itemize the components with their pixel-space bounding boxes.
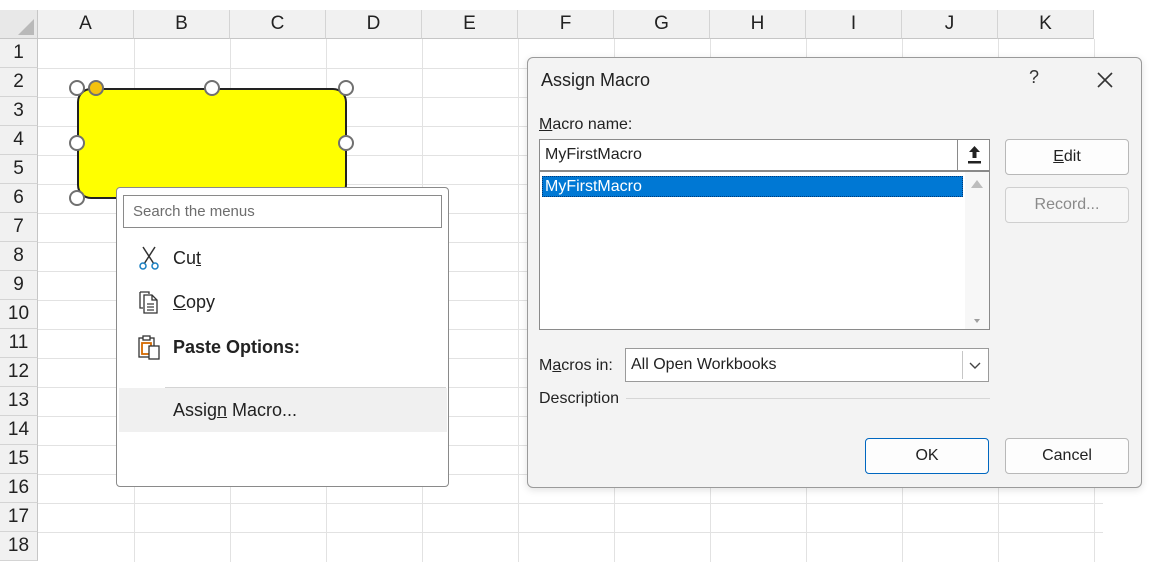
column-header-j[interactable]: J	[902, 10, 998, 39]
menu-item-label: Assign Macro...	[173, 399, 298, 420]
resize-handle-left[interactable]	[69, 135, 85, 151]
macros-in-label: Macros in:	[539, 357, 613, 374]
row-header-17[interactable]: 17	[0, 503, 38, 532]
column-header-h[interactable]: H	[710, 10, 806, 39]
record-button[interactable]: Record...	[1005, 187, 1129, 223]
list-scrollbar[interactable]	[965, 172, 989, 329]
help-button[interactable]: ?	[1024, 67, 1044, 91]
column-header-g[interactable]: G	[614, 10, 710, 39]
assign-macro-dialog: Assign Macro ? Macro name: MyFirstMacro …	[527, 57, 1142, 488]
menu-item-assign-macro[interactable]: Assign Macro...	[119, 388, 447, 432]
row-header-15[interactable]: 15	[0, 445, 38, 474]
close-icon[interactable]	[1090, 66, 1120, 94]
row-header-2[interactable]: 2	[0, 68, 38, 97]
menu-item-label: Copy	[173, 291, 216, 312]
column-header-i[interactable]: I	[806, 10, 902, 39]
rounded-rectangle-shape[interactable]	[77, 88, 347, 199]
resize-handle-top-right[interactable]	[338, 80, 354, 96]
column-header-c[interactable]: C	[230, 10, 326, 39]
collapse-dialog-button[interactable]	[957, 139, 990, 171]
row-header-6[interactable]: 6	[0, 184, 38, 213]
row-header-13[interactable]: 13	[0, 387, 38, 416]
grid-line	[38, 532, 1103, 533]
row-header-9[interactable]: 9	[0, 271, 38, 300]
row-header-1[interactable]: 1	[0, 39, 38, 68]
scroll-up-icon[interactable]	[971, 180, 983, 188]
resize-handle-right[interactable]	[338, 135, 354, 151]
column-header-e[interactable]: E	[422, 10, 518, 39]
cancel-button[interactable]: Cancel	[1005, 438, 1129, 474]
macro-name-field[interactable]	[539, 139, 957, 171]
dialog-title: Assign Macro	[541, 70, 651, 90]
column-header-f[interactable]: F	[518, 10, 614, 39]
row-header-4[interactable]: 4	[0, 126, 38, 155]
select-all-corner[interactable]	[0, 10, 38, 39]
row-header-5[interactable]: 5	[0, 155, 38, 184]
row-header-12[interactable]: 12	[0, 358, 38, 387]
list-item[interactable]: MyFirstMacro	[542, 176, 963, 197]
upload-arrow-icon	[968, 146, 981, 164]
ok-button[interactable]: OK	[865, 438, 989, 474]
column-header-a[interactable]: A	[38, 10, 134, 39]
grid-line	[38, 503, 1103, 504]
row-header-11[interactable]: 11	[0, 329, 38, 358]
row-header-16[interactable]: 16	[0, 474, 38, 503]
row-header-18[interactable]: 18	[0, 532, 38, 561]
column-header-d[interactable]: D	[326, 10, 422, 39]
menu-item-copy[interactable]: Copy	[119, 280, 447, 324]
menu-item-label: Cut	[173, 247, 202, 268]
macro-name-label: Macro name:	[539, 116, 633, 133]
context-menu: Cut Copy Paste Options:	[116, 187, 449, 487]
row-header-3[interactable]: 3	[0, 97, 38, 126]
resize-handle-top[interactable]	[204, 80, 220, 96]
row-header-10[interactable]: 10	[0, 300, 38, 329]
resize-handle-top-left[interactable]	[69, 80, 85, 96]
menu-item-cut[interactable]: Cut	[119, 236, 447, 280]
macros-in-value: All Open Workbooks	[631, 356, 777, 373]
row-header-14[interactable]: 14	[0, 416, 38, 445]
description-label: Description	[539, 390, 620, 407]
macro-list[interactable]: MyFirstMacro	[539, 171, 990, 330]
description-divider	[626, 398, 990, 399]
edit-button[interactable]: Edit	[1005, 139, 1129, 175]
macros-in-dropdown[interactable]: All Open Workbooks	[625, 348, 989, 382]
chevron-down-icon[interactable]	[962, 351, 986, 379]
clipboard-icon	[137, 334, 161, 360]
copy-icon	[137, 289, 161, 315]
resize-handle-bottom-left[interactable]	[69, 190, 85, 206]
adjust-handle[interactable]	[88, 80, 104, 96]
row-header-7[interactable]: 7	[0, 213, 38, 242]
menu-search-input[interactable]	[123, 195, 442, 228]
row-header-8[interactable]: 8	[0, 242, 38, 271]
column-header-b[interactable]: B	[134, 10, 230, 39]
column-header-k[interactable]: K	[998, 10, 1094, 39]
menu-item-paste-options: Paste Options:	[119, 325, 447, 369]
select-all-triangle	[18, 19, 34, 35]
scissors-icon	[137, 245, 161, 271]
scroll-down-icon[interactable]	[974, 319, 980, 323]
menu-item-label: Paste Options:	[173, 336, 301, 357]
